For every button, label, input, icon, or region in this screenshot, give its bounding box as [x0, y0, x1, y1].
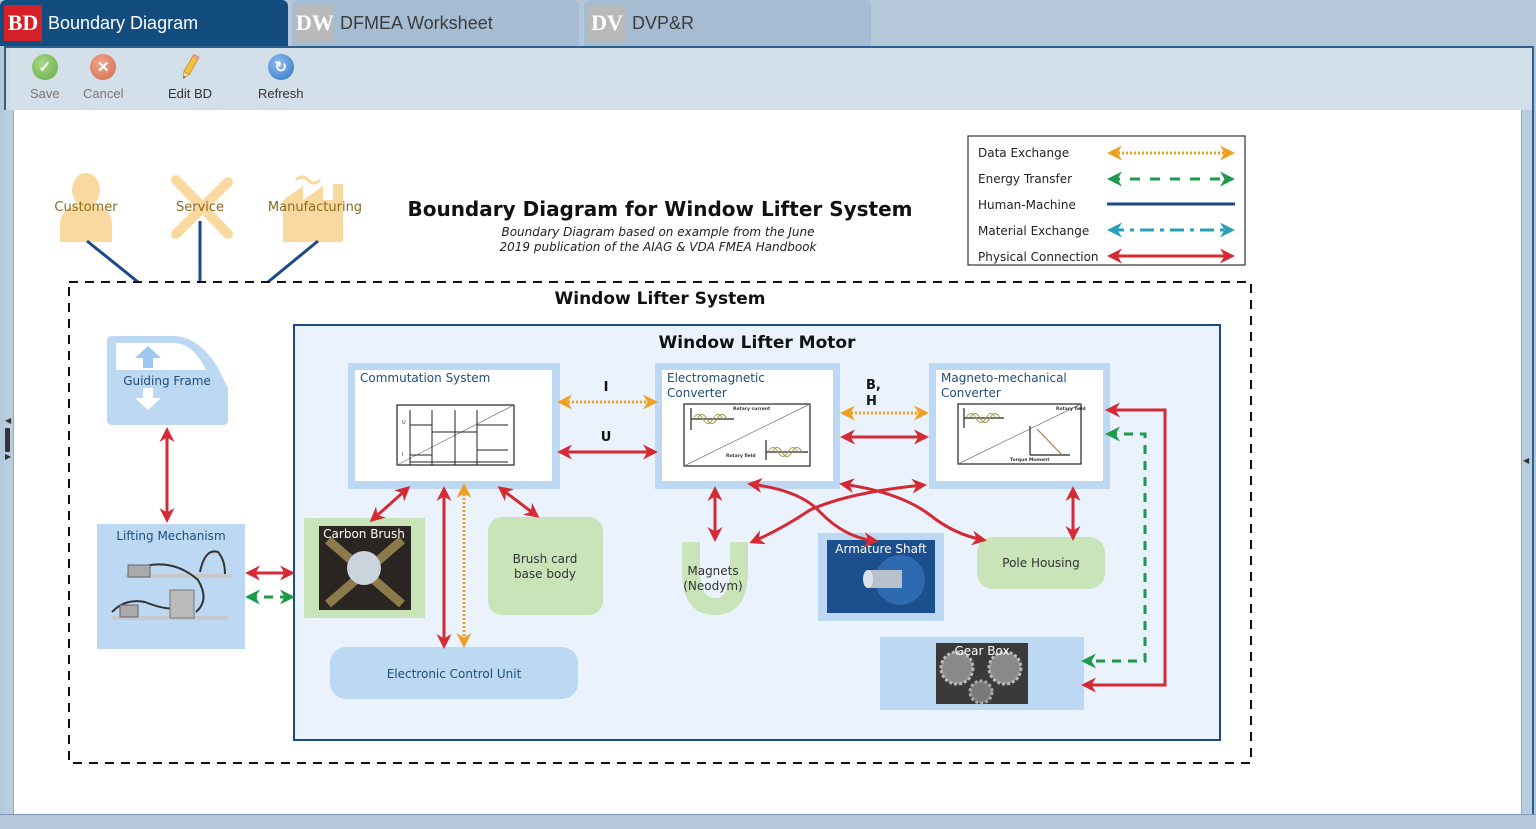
node-magneto-mechanical-converter[interactable]: Magneto-mechanical Converter Rotary fiel… [929, 363, 1110, 489]
interface-label-current: I [604, 380, 609, 395]
external-customer[interactable]: Customer [54, 173, 118, 242]
ecu-label: Electronic Control Unit [387, 667, 522, 681]
manufacturing-link [267, 239, 319, 284]
legend-label-material: Material Exchange [978, 224, 1089, 238]
node-armature-shaft[interactable]: Armature Shaft [818, 533, 944, 621]
boundary-diagram-svg: Customer Service Manufacturing Boundary … [54, 135, 1252, 764]
magnet-pole [682, 542, 700, 560]
tab-boundary-diagram[interactable]: BD Boundary Diagram [0, 0, 288, 46]
bd-badge-icon: BD [4, 5, 42, 41]
shaft [868, 570, 902, 588]
interface-label-field-h: H [866, 394, 877, 409]
save-label: Save [30, 86, 60, 101]
left-collapse-rail[interactable]: ◀ ▶ [4, 110, 14, 814]
node-guiding-frame[interactable]: Guiding Frame [107, 336, 228, 425]
interface-label-field-b: B, [866, 378, 881, 393]
brush-card-box [488, 517, 603, 615]
shaft-end [863, 570, 873, 588]
node-carbon-brush[interactable]: Carbon Brush [304, 518, 425, 618]
node-commutation-system[interactable]: Commutation System U I [348, 363, 560, 489]
checkmark-icon: ✓ [31, 54, 58, 80]
tab-dvpr[interactable]: DV DVP&R [584, 0, 871, 46]
rotary-field-label: Rotary field [726, 453, 756, 459]
expand-right-arrow-icon[interactable]: ▶ [5, 452, 11, 461]
magnet-pole [730, 542, 748, 560]
mm-converter-label-2: Converter [941, 386, 1001, 400]
right-collapse-rail[interactable]: ◀ [1521, 110, 1532, 814]
pole-housing-label: Pole Housing [1002, 556, 1079, 570]
diagram-canvas: Customer Service Manufacturing Boundary … [14, 110, 1521, 814]
external-service[interactable]: Service [171, 175, 233, 239]
cancel-x-icon: ✕ [90, 54, 117, 80]
refresh-button[interactable]: ↻ Refresh [258, 54, 304, 101]
brush-card-label-1: Brush card [513, 552, 578, 566]
refresh-icon: ↻ [267, 54, 294, 80]
system-label: Window Lifter System [555, 289, 766, 309]
dw-badge-icon: DW [296, 5, 334, 41]
collapse-left-arrow-icon[interactable]: ◀ [5, 416, 11, 425]
node-pole-housing[interactable]: Pole Housing [977, 537, 1105, 589]
tab-dfmea-worksheet[interactable]: DW DFMEA Worksheet [292, 0, 579, 46]
tab-label: Boundary Diagram [48, 12, 199, 33]
mm-converter-label-1: Magneto-mechanical [941, 371, 1067, 385]
collapse-right-arrow-icon[interactable]: ◀ [1523, 456, 1529, 465]
dv-badge-icon: DV [588, 5, 626, 41]
gear-box-label: Gear Box [954, 644, 1009, 658]
motor-label: Window Lifter Motor [659, 333, 857, 353]
armature-shaft-label: Armature Shaft [835, 542, 927, 556]
interface-label-voltage: U [601, 430, 612, 445]
edit-bd-button[interactable]: Edit BD [168, 53, 213, 101]
legend-label-data: Data Exchange [978, 146, 1069, 160]
u-axis-label: U [402, 420, 406, 426]
magnets-label-1: Magnets [687, 564, 738, 578]
carbon-brush-label: Carbon Brush [323, 527, 405, 541]
bottom-bar [0, 814, 1536, 829]
node-brush-card[interactable]: Brush card base body [488, 517, 603, 615]
rotary-current-label: Rotary current [733, 406, 771, 412]
manufacturing-label: Manufacturing [268, 200, 362, 215]
node-lifting-mechanism[interactable]: Lifting Mechanism [97, 524, 245, 649]
gear-icon [968, 679, 994, 705]
tab-label: DFMEA Worksheet [340, 12, 493, 33]
toolbar: ✓ Save ✕ Cancel Edit BD ↻ Refresh [10, 48, 1530, 110]
diagram-title: Boundary Diagram for Window Lifter Syste… [407, 197, 912, 221]
torque-moment-label: Torque Moment [1010, 457, 1050, 463]
guiding-frame-label: Guiding Frame [123, 374, 211, 388]
magnets-label-2: (Neodym) [683, 579, 742, 593]
diagram-subtitle-1: Boundary Diagram based on example from t… [501, 225, 814, 239]
tab-bar: BD Boundary Diagram DW DFMEA Worksheet D… [0, 0, 1536, 46]
cancel-button[interactable]: ✕ Cancel [83, 54, 123, 101]
brush-card-label-2: base body [514, 567, 576, 581]
lifting-mechanism-label: Lifting Mechanism [116, 529, 225, 543]
edit-bd-label: Edit BD [168, 86, 213, 101]
legend: Data Exchange Energy Transfer Human-Mach… [967, 135, 1246, 266]
tab-label: DVP&R [632, 12, 695, 33]
em-converter-label-2: Converter [667, 386, 727, 400]
node-gear-box[interactable]: Gear Box [880, 637, 1084, 710]
splitter-grip-icon[interactable] [5, 428, 10, 452]
external-manufacturing[interactable]: Manufacturing [268, 175, 362, 242]
commutation-panel [355, 370, 552, 481]
service-label: Service [176, 200, 224, 215]
rotary-field-label-2: Rotary field [1056, 406, 1086, 412]
commutator [347, 551, 381, 585]
commutation-label: Commutation System [360, 371, 490, 385]
refresh-label: Refresh [258, 86, 304, 101]
customer-link [86, 239, 139, 284]
diagram-subtitle-2: 2019 publication of the AIAG & VDA FMEA … [500, 240, 818, 254]
pencil-icon [177, 53, 203, 80]
i-axis-label: I [402, 452, 403, 458]
cancel-label: Cancel [83, 86, 124, 101]
legend-label-energy: Energy Transfer [978, 172, 1072, 186]
customer-label: Customer [54, 200, 118, 215]
node-electromagnetic-converter[interactable]: Electromagnetic Converter Rotary current… [655, 363, 840, 489]
node-ecu[interactable]: Electronic Control Unit [330, 647, 578, 699]
legend-label-physical: Physical Connection [978, 250, 1099, 264]
save-button[interactable]: ✓ Save [30, 54, 60, 101]
em-converter-label-1: Electromagnetic [667, 371, 765, 385]
legend-label-human: Human-Machine [978, 198, 1076, 212]
